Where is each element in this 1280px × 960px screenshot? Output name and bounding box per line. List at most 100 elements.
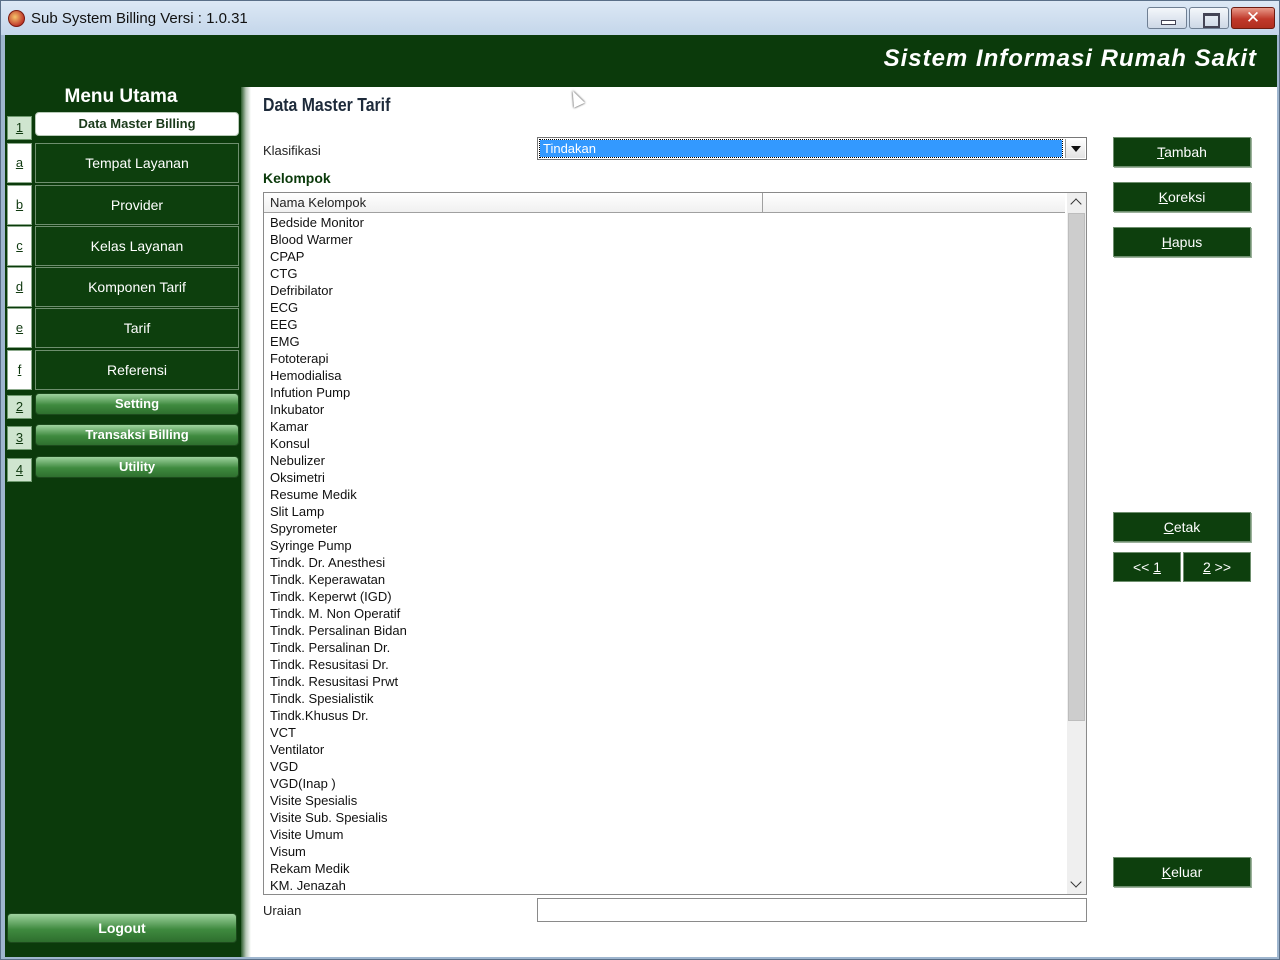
tambah-label: ambah [1164,144,1207,160]
grid-row[interactable]: Kamar [270,418,1060,435]
menu-komponen-tarif-button[interactable]: Komponen Tarif [35,267,239,307]
grid-row[interactable]: Tindk. Persalinan Dr. [270,639,1060,656]
sub-key-a[interactable]: a [7,143,32,183]
grid-row[interactable]: VGD [270,758,1060,775]
chevron-down-icon[interactable] [1065,139,1085,158]
grid-row[interactable]: Tindk. Persalinan Bidan [270,622,1060,639]
koreksi-hotkey: K [1158,189,1168,205]
grid-row[interactable]: EMG [270,333,1060,350]
sidebar: Menu Utama 1 Data Master Billing a Tempa… [5,87,245,957]
grid-row[interactable]: Tindk.Khusus Dr. [270,707,1060,724]
tambah-button[interactable]: Tambah [1113,137,1251,167]
logout-button[interactable]: Logout [7,913,237,943]
keluar-hotkey: K [1161,864,1172,880]
section-number-4[interactable]: 4 [7,458,32,482]
grid-row[interactable]: Visite Spesialis [270,792,1060,809]
vertical-scrollbar[interactable] [1067,193,1086,894]
cetak-hotkey: C [1163,519,1174,535]
grid-row[interactable]: KM. Jenazah [270,877,1060,894]
menu-tempat-layanan-button[interactable]: Tempat Layanan [35,143,239,183]
klasifikasi-dropdown[interactable]: Tindakan [537,137,1087,160]
grid-row[interactable]: VCT [270,724,1060,741]
koreksi-button[interactable]: Koreksi [1113,182,1251,212]
sub-key-e[interactable]: e [7,308,32,348]
grid-row[interactable]: Visum [270,843,1060,860]
grid-row[interactable]: Oksimetri [270,469,1060,486]
section-utility[interactable]: Utility [35,456,239,478]
minimize-button[interactable] [1147,7,1187,29]
grid-row[interactable]: Defribilator [270,282,1060,299]
grid-row[interactable]: Resume Medik [270,486,1060,503]
column-header-empty[interactable] [764,193,1065,213]
section-number-1[interactable]: 1 [7,116,32,140]
app-logo-icon [8,10,25,27]
section-number-3[interactable]: 3 [7,426,32,450]
grid-row[interactable]: EEG [270,316,1060,333]
grid-row[interactable]: Ventilator [270,741,1060,758]
maximize-button[interactable] [1189,7,1229,29]
title-bar: Sub System Billing Versi : 1.0.31 ✕ [1,1,1279,35]
keluar-label: eluar [1171,864,1203,880]
prev-arrows: << [1132,559,1154,575]
grid-row[interactable]: Tindk. Keperawatan [270,571,1060,588]
menu-kelas-layanan-button[interactable]: Kelas Layanan [35,226,239,266]
grid-row[interactable]: Tindk. Resusitasi Dr. [270,656,1060,673]
app-header: Sistem Informasi Rumah Sakit [5,35,1277,87]
grid-row[interactable]: Tindk. M. Non Operatif [270,605,1060,622]
menu-title: Menu Utama [64,86,178,107]
grid-row[interactable]: Syringe Pump [270,537,1060,554]
close-button[interactable]: ✕ [1231,7,1275,29]
application-window: Sub System Billing Versi : 1.0.31 ✕ Sist… [0,0,1280,960]
next-arrows: >> [1210,559,1232,575]
section-transaksi-billing[interactable]: Transaksi Billing [35,424,239,446]
sidebar-divider [241,87,251,957]
grid-row[interactable]: Infution Pump [270,384,1060,401]
sub-key-d[interactable]: d [7,267,32,307]
hapus-label: apus [1171,234,1203,250]
klasifikasi-label: Klasifikasi [263,143,321,158]
klasifikasi-selected-value[interactable]: Tindakan [539,139,1063,158]
grid-row[interactable]: Rekam Medik [270,860,1060,877]
grid-row[interactable]: Konsul [270,435,1060,452]
grid-row[interactable]: Slit Lamp [270,503,1060,520]
sub-key-c[interactable]: c [7,226,32,266]
column-header-nama-kelompok[interactable]: Nama Kelompok [264,193,763,213]
grid-row[interactable]: Hemodialisa [270,367,1060,384]
sub-key-f[interactable]: f [7,350,32,390]
grid-row[interactable]: VGD(Inap ) [270,775,1060,792]
kelompok-grid[interactable]: Nama Kelompok Bedside Monitor Blood Warme… [263,192,1087,895]
sub-key-b[interactable]: b [7,185,32,225]
chevron-up-icon[interactable] [1067,193,1086,212]
close-icon: ✕ [1245,8,1261,27]
next-page-button[interactable]: 2 >> [1183,552,1251,582]
grid-row[interactable]: Tindk. Keperwt (IGD) [270,588,1060,605]
grid-row[interactable]: ECG [270,299,1060,316]
grid-row[interactable]: Tindk. Dr. Anesthesi [270,554,1060,571]
prev-page-number: 1 [1153,559,1162,575]
grid-row[interactable]: Visite Sub. Spesialis [270,809,1060,826]
grid-row[interactable]: Fototerapi [270,350,1060,367]
grid-row[interactable]: Tindk. Spesialistik [270,690,1060,707]
grid-row[interactable]: Visite Umum [270,826,1060,843]
cetak-button[interactable]: Cetak [1113,512,1251,542]
grid-row[interactable]: Nebulizer [270,452,1060,469]
grid-row[interactable]: CTG [270,265,1060,282]
uraian-input[interactable] [537,898,1087,922]
grid-row[interactable]: Inkubator [270,401,1060,418]
grid-row[interactable]: CPAP [270,248,1060,265]
menu-referensi-button[interactable]: Referensi [35,350,239,390]
menu-provider-button[interactable]: Provider [35,185,239,225]
section-data-master-billing[interactable]: Data Master Billing [35,112,239,136]
section-setting[interactable]: Setting [35,393,239,415]
section-number-2[interactable]: 2 [7,395,32,419]
grid-row[interactable]: Spyrometer [270,520,1060,537]
grid-row[interactable]: Blood Warmer [270,231,1060,248]
prev-page-button[interactable]: << 1 [1113,552,1181,582]
scrollbar-thumb[interactable] [1068,213,1085,721]
menu-tarif-button[interactable]: Tarif [35,308,239,348]
keluar-button[interactable]: Keluar [1113,857,1251,887]
chevron-down-icon[interactable] [1067,875,1086,894]
grid-row[interactable]: Bedside Monitor [270,214,1060,231]
hapus-button[interactable]: Hapus [1113,227,1251,257]
grid-row[interactable]: Tindk. Resusitasi Prwt [270,673,1060,690]
